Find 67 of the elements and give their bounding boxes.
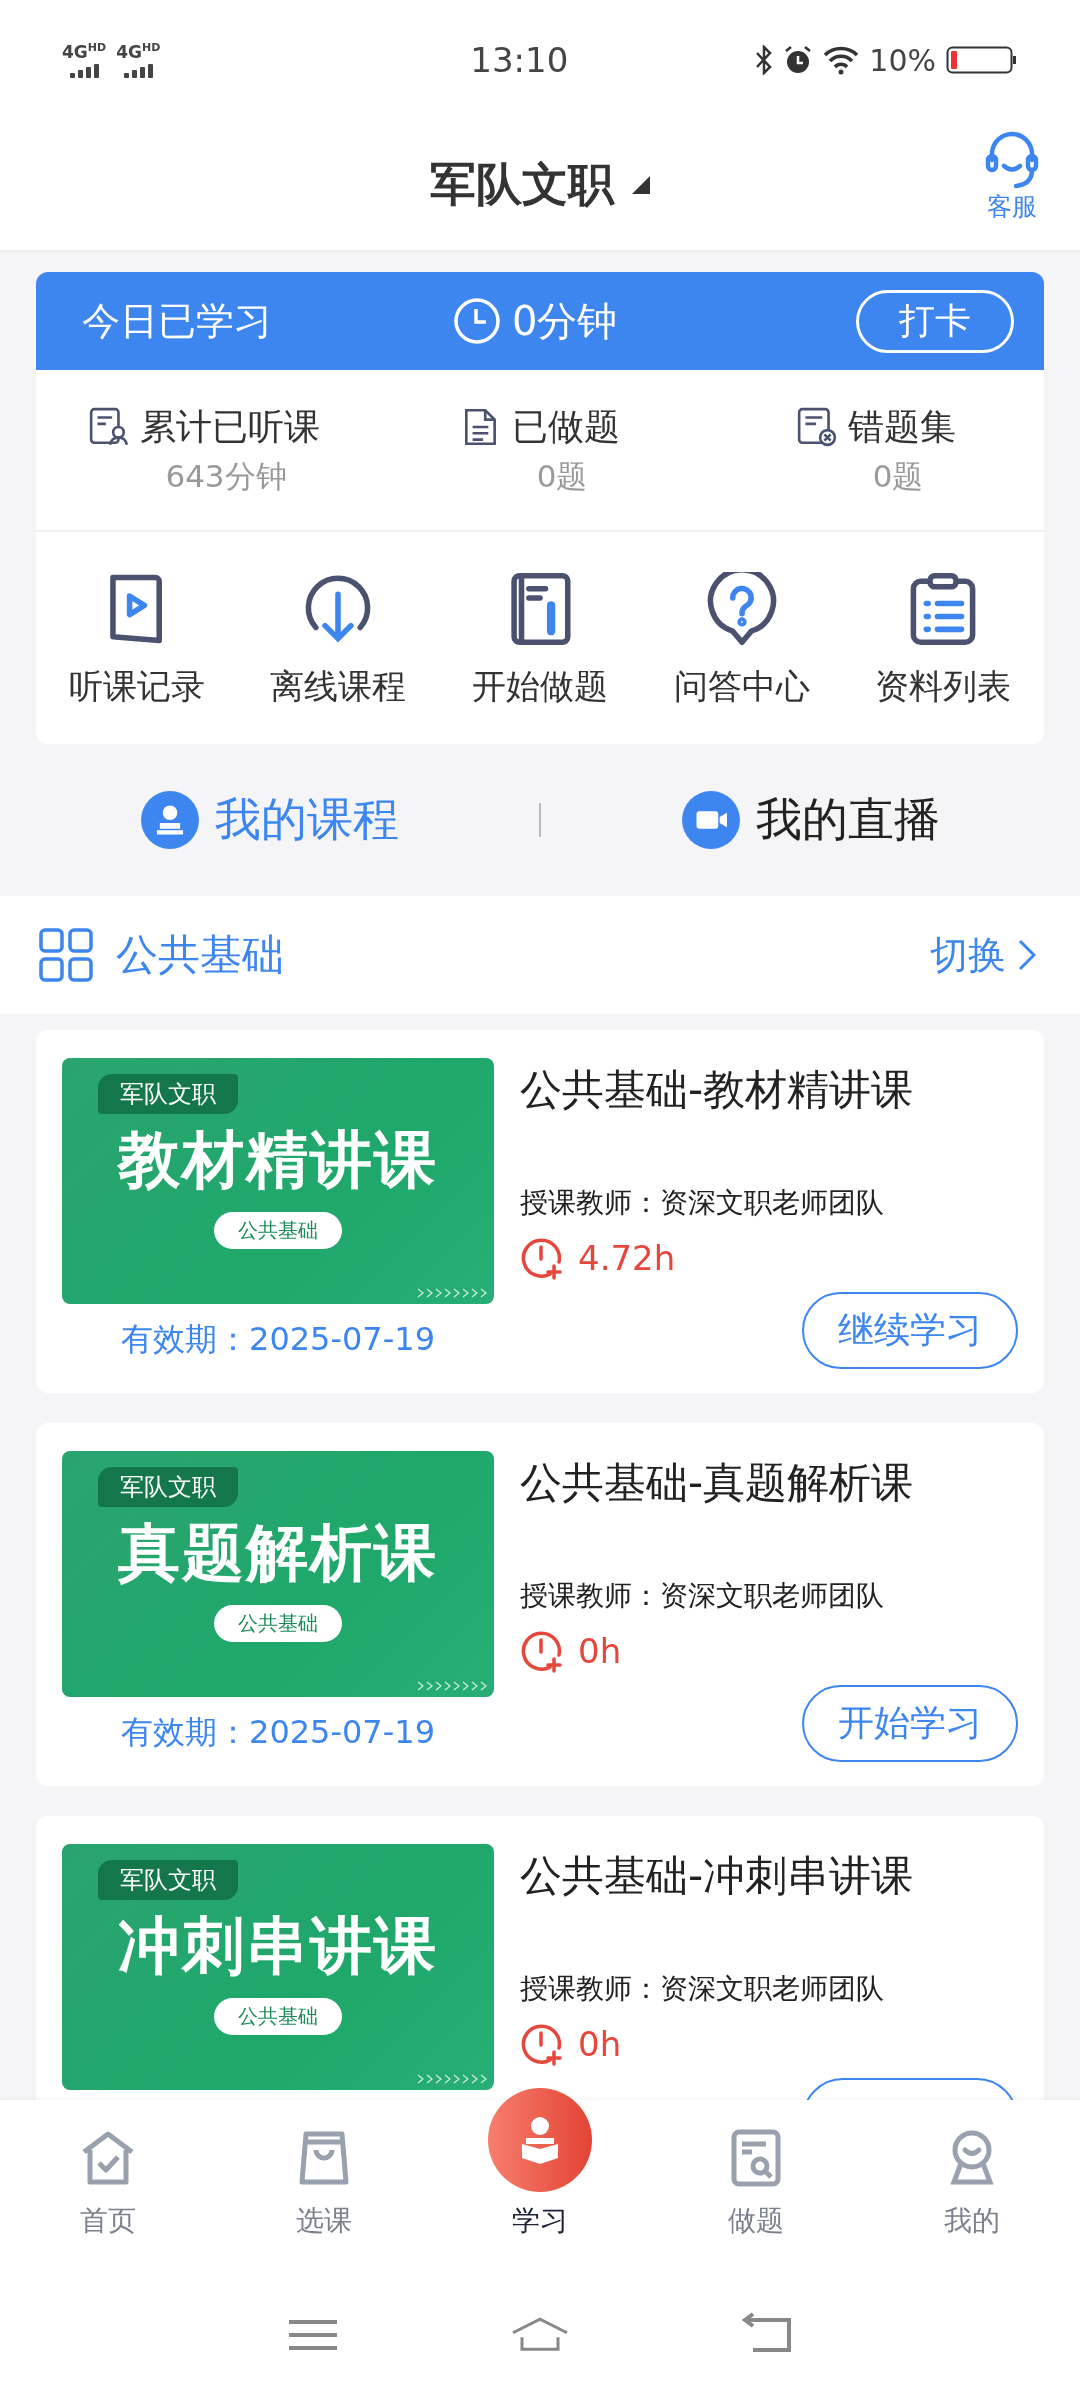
chevron-right-icon[interactable] [1018,939,1036,971]
person-badge-icon [140,791,199,849]
stat-label[interactable]: 错题集 [848,402,956,452]
chevrons-icon [416,1681,488,1691]
banner-subject: 公共基础 [214,1605,342,1642]
banner-tag: 军队文职 [98,1860,238,1900]
course-title: 公共基础-教材精讲课 [520,1064,915,1116]
course-title: 公共基础-冲刺串讲课 [520,1850,915,1902]
battery-percent: 10% [869,42,936,78]
chevrons-icon [416,1288,488,1298]
dropdown-icon[interactable] [632,176,650,194]
today-time: 0分钟 [512,296,618,346]
tab[interactable]: 我的直播 [541,788,1080,852]
teacher-text: 授课教师：资深文职老师团队 [520,1578,885,1614]
course-duration: 0h [578,1631,622,1671]
check-in-button[interactable]: 打卡 [856,289,1014,353]
course-duration: 4.72h [578,1238,676,1278]
stat-value: 643分钟 [164,456,287,496]
banner-subject: 公共基础 [214,1998,342,2035]
page-title[interactable]: 军队文职 [430,154,614,216]
stat-label[interactable]: 累计已听课 [140,402,320,452]
clock-plus-icon [520,2022,564,2066]
switch-button[interactable]: 切换 [924,928,1042,982]
grid-icon [38,927,94,983]
shortcut-label[interactable]: 听课记录 [68,664,205,710]
course-card[interactable]: 军队文职 冲刺串讲课 公共基础 公共基础-冲刺串讲课 授课教师：资深文职老师团队 0h [36,1816,1044,2100]
status-time: 13:10 [470,40,569,80]
video-camera-icon [681,791,740,849]
nav-tab[interactable]: 我的 [864,2100,1080,2270]
study-button[interactable]: 开始学习 [802,1685,1018,1762]
course-title: 公共基础-真题解析课 [520,1457,915,1509]
shortcut-label[interactable]: 开始做题 [472,664,608,710]
teacher-text: 授课教师：资深文职老师团队 [520,1971,885,2007]
banner-subject: 公共基础 [214,1212,342,1249]
battery-icon [946,45,1018,75]
shortcut-label[interactable]: 离线课程 [270,664,407,710]
document-cross-icon [796,406,838,448]
banner-tag: 军队文职 [98,1467,238,1507]
validity-date: 有效期：2025-07-19 [121,1712,435,1753]
course-duration: 0h [578,2024,622,2064]
banner-title: 真题解析课 [118,1515,438,1591]
shortcut-label[interactable]: 问答中心 [673,664,810,710]
banner-title: 冲刺串讲课 [118,1908,438,1984]
wifi-icon [823,45,860,75]
nav-tab[interactable]: 做题 [648,2100,864,2270]
support-label[interactable]: 客服 [987,190,1037,223]
bluetooth-icon [755,45,774,75]
stat-value: 0题 [535,456,588,496]
validity-date: 有效期：2025-07-19 [121,1319,435,1360]
shortcut-label[interactable]: 资料列表 [875,664,1012,710]
banner-title: 教材精讲课 [118,1122,438,1198]
chevrons-icon [416,2074,488,2084]
stat-label[interactable]: 已做题 [512,402,620,452]
nav-tab[interactable]: 选课 [216,2100,432,2270]
section-title: 公共基础 [116,929,284,981]
clock-plus-icon [520,1236,564,1280]
stat-value: 0题 [871,456,924,496]
banner-tag: 军队文职 [98,1074,238,1114]
today-label: 今日已学习 [82,297,273,345]
document-person-icon [88,406,130,448]
clock-icon [452,296,502,346]
study-button[interactable]: 继续学习 [802,1292,1018,1369]
clock-plus-icon [520,1629,564,1673]
nav-tab[interactable]: 首页 [0,2100,216,2270]
course-card[interactable]: 军队文职 教材精讲课 公共基础 有效期：2025-07-19 公共基础-教材精讲课 授课教师：资深文职老师团队 4.72h 继续学习 [36,1030,1044,1393]
teacher-text: 授课教师：资深文职老师团队 [520,1185,885,1221]
course-card[interactable]: 军队文职 真题解析课 公共基础 有效期：2025-07-19 公共基础-真题解析课 授课教师：资深文职老师团队 0h 开始学习 [36,1423,1044,1786]
